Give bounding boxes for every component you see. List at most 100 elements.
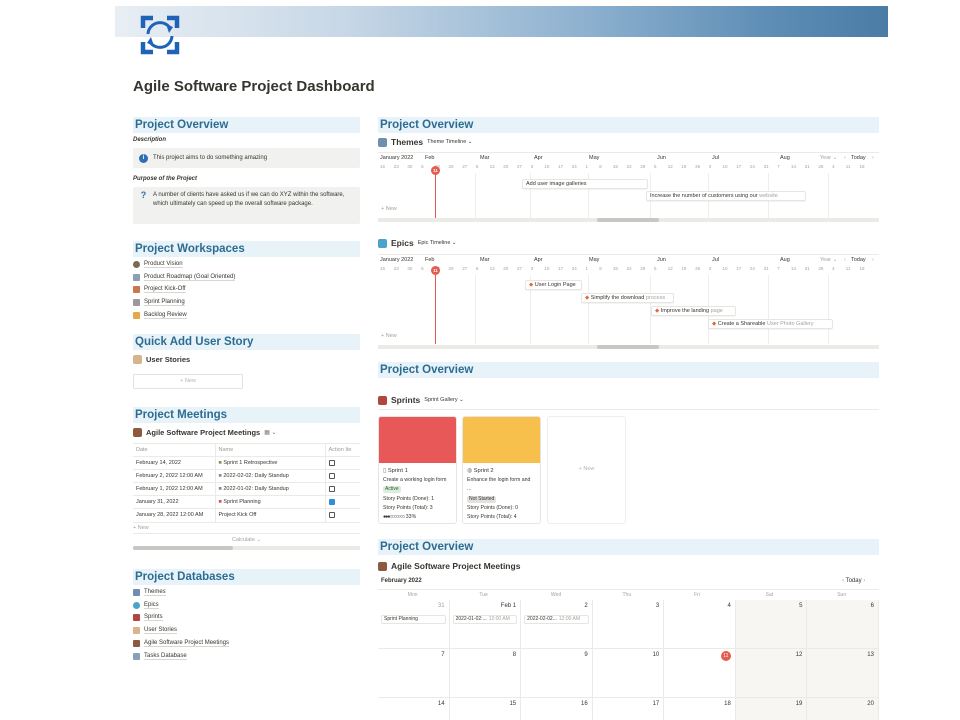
action-item-checkbox[interactable]: [328, 472, 335, 479]
meetings-new-row[interactable]: + New: [133, 522, 360, 533]
row-name[interactable]: ■ Sprint 1 Retrospective: [214, 456, 325, 470]
epics-db-title[interactable]: Epics Epic Timeline ⌄: [378, 238, 879, 248]
timeline-item-user-login-page[interactable]: ◆ User Login Page: [525, 280, 582, 290]
action-item-checkbox[interactable]: [328, 485, 335, 492]
column-header-action-items[interactable]: Action Ite: [324, 443, 360, 457]
epics-scrollbar[interactable]: [378, 345, 879, 349]
epic-timeline-view-selector[interactable]: Epic Timeline ⌄: [418, 240, 457, 246]
sprints-icon: [378, 395, 387, 405]
prev-icon[interactable]: ‹: [844, 257, 846, 263]
epics-new-button[interactable]: + New: [381, 333, 397, 339]
action-item-checkbox[interactable]: [328, 498, 335, 505]
calendar-day-cell[interactable]: 20: [807, 698, 879, 720]
table-view-chevron-icon[interactable]: ▦ ⌄: [264, 429, 276, 436]
timeline-day-label: 15: [612, 164, 618, 169]
prev-icon[interactable]: ‹: [844, 155, 846, 161]
database-link-epics[interactable]: Epics: [133, 599, 360, 612]
database-link-sprints[interactable]: Sprints: [133, 612, 360, 625]
calendar-day-cell[interactable]: 16: [521, 698, 593, 720]
calendar-event[interactable]: 2022-01-02:... 12:00 AM: [452, 615, 518, 624]
table-row[interactable]: January 31, 2022 ■ Sprint Planning: [133, 495, 360, 509]
today-button[interactable]: Today: [851, 155, 866, 161]
calendar-event[interactable]: 2022-02-02... 12:00 AM: [524, 615, 589, 624]
next-icon[interactable]: ›: [862, 578, 865, 584]
column-header-date[interactable]: Date: [133, 443, 215, 457]
calendar-day-cell[interactable]: Feb 1 2022-01-02:... 12:00 AM: [449, 600, 522, 649]
calendar-day-cell[interactable]: 6: [807, 600, 879, 649]
timeline-day-label: 4: [832, 266, 835, 271]
purpose-callout: ? A number of clients have asked us if w…: [133, 187, 360, 224]
calendar-day-cell[interactable]: 11: [664, 649, 736, 698]
calendar-day-cell[interactable]: 7: [378, 649, 450, 698]
calendar-day-cell[interactable]: 17: [593, 698, 665, 720]
calendar-day-cell[interactable]: 8: [449, 649, 522, 698]
calendar-day-cell[interactable]: 2 2022-02-02... 12:00 AM: [521, 600, 593, 649]
calendar-day-number: 8: [512, 652, 517, 658]
timeline-day-label: 27: [462, 164, 468, 169]
calendar-day-cell[interactable]: 4: [664, 600, 736, 649]
action-item-checkbox[interactable]: [328, 512, 335, 519]
workspace-link-product-vision[interactable]: Product Vision: [133, 258, 360, 271]
timeline-item-simplify-download[interactable]: ◆ Simplify the download process: [581, 293, 674, 303]
workspace-link-backlog-review[interactable]: Backlog Review: [133, 309, 360, 322]
sprint-card[interactable]: ◍ Sprint 2 Enhance the login form and ..…: [462, 416, 541, 524]
database-link-tasks[interactable]: Tasks Database: [133, 650, 360, 663]
calendar-day-cell[interactable]: 19: [735, 698, 808, 720]
row-name[interactable]: ■ 2022-01-02: Daily Standup: [214, 482, 325, 496]
page-title: Agile Software Project Dashboard: [133, 78, 375, 95]
calendar-db-title[interactable]: Agile Software Project Meetings: [378, 561, 879, 571]
calendar-day-cell[interactable]: 5: [735, 600, 808, 649]
table-row[interactable]: February 14, 2022 ■ Sprint 1 Retrospecti…: [133, 456, 360, 470]
calendar-day-cell[interactable]: 10: [592, 649, 665, 698]
sprint-gallery-view-selector[interactable]: Sprint Gallery ⌄: [424, 397, 463, 403]
calendar-event[interactable]: Sprint Planning: [381, 615, 446, 624]
sprint-card[interactable]: ▯ Sprint 1 Create a working login form A…: [378, 416, 457, 524]
calendar-day-cell[interactable]: 14: [378, 698, 450, 720]
timeline-item-shareable-gallery[interactable]: ◆ Create a Shareable User Photo Gallery: [708, 319, 833, 329]
timeline-item-add-user-image-galleries[interactable]: Add user image galleries: [522, 179, 648, 189]
row-name[interactable]: ■ 2022-02-02: Daily Standup: [214, 469, 325, 483]
workspace-link-product-roadmap[interactable]: Product Roadmap (Goal Oriented): [133, 271, 360, 284]
calendar-day-cell[interactable]: 18: [664, 698, 736, 720]
database-link-themes[interactable]: Themes: [133, 586, 360, 599]
calendar-day-cell[interactable]: 3: [592, 600, 665, 649]
calendar-today-button[interactable]: Today: [846, 578, 862, 584]
calendar-day-cell[interactable]: 13: [807, 649, 879, 698]
workspace-link-sprint-planning[interactable]: Sprint Planning: [133, 296, 360, 309]
database-link-meetings[interactable]: Agile Software Project Meetings: [133, 637, 360, 650]
timeline-item-improve-landing-page[interactable]: ◆ Improve the landing page: [651, 306, 736, 316]
calendar-day-cell[interactable]: 12: [735, 649, 808, 698]
themes-new-button[interactable]: + New: [381, 206, 397, 212]
table-row[interactable]: January 28, 2022 12:00 AM Project Kick O…: [133, 508, 360, 522]
theme-timeline-view-selector[interactable]: Theme Timeline ⌄: [427, 139, 472, 145]
calendar-day-cell[interactable]: 31 Sprint Planning: [378, 600, 450, 649]
year-selector[interactable]: Year ⌄: [820, 155, 837, 161]
workspace-link-project-kickoff[interactable]: Project Kick-Off: [133, 284, 360, 297]
themes-scrollbar[interactable]: [378, 218, 879, 222]
row-name[interactable]: ■ Sprint Planning: [214, 495, 325, 509]
table-row[interactable]: February 2, 2022 12:00 AM ■ 2022-02-02: …: [133, 469, 360, 483]
calculate-button[interactable]: Calculate ⌄: [133, 533, 360, 546]
next-icon[interactable]: ›: [872, 257, 874, 263]
user-stories-db-title[interactable]: User Stories: [133, 355, 360, 364]
timeline-day-label: 14: [791, 164, 797, 169]
timeline-item-increase-customers[interactable]: Increase the number of customers using o…: [646, 191, 806, 201]
year-selector[interactable]: Year ⌄: [820, 257, 837, 263]
table-row[interactable]: February 1, 2022 12:00 AM ■ 2022-01-02: …: [133, 482, 360, 496]
meetings-table: Date Name Action Ite February 14, 2022 ■…: [133, 443, 360, 522]
sprints-db-title[interactable]: Sprints Sprint Gallery ⌄: [378, 395, 879, 405]
meetings-db-title[interactable]: Agile Software Project Meetings ▦ ⌄: [133, 428, 360, 437]
action-item-checkbox[interactable]: [328, 459, 335, 466]
themes-db-title[interactable]: Themes Theme Timeline ⌄: [378, 137, 879, 147]
timeline-day-label: 28: [818, 164, 824, 169]
section-heading-overview-sprints: Project Overview: [378, 362, 879, 378]
column-header-name[interactable]: Name: [214, 443, 325, 457]
database-link-user-stories[interactable]: User Stories: [133, 624, 360, 637]
today-button[interactable]: Today: [851, 257, 866, 263]
calendar-day-cell[interactable]: 15: [450, 698, 522, 720]
table-scrollbar[interactable]: [133, 546, 360, 550]
next-icon[interactable]: ›: [872, 155, 874, 161]
quick-add-new-button[interactable]: + New: [133, 374, 243, 389]
new-sprint-card[interactable]: + New: [547, 416, 626, 524]
calendar-day-cell[interactable]: 9: [521, 649, 593, 698]
